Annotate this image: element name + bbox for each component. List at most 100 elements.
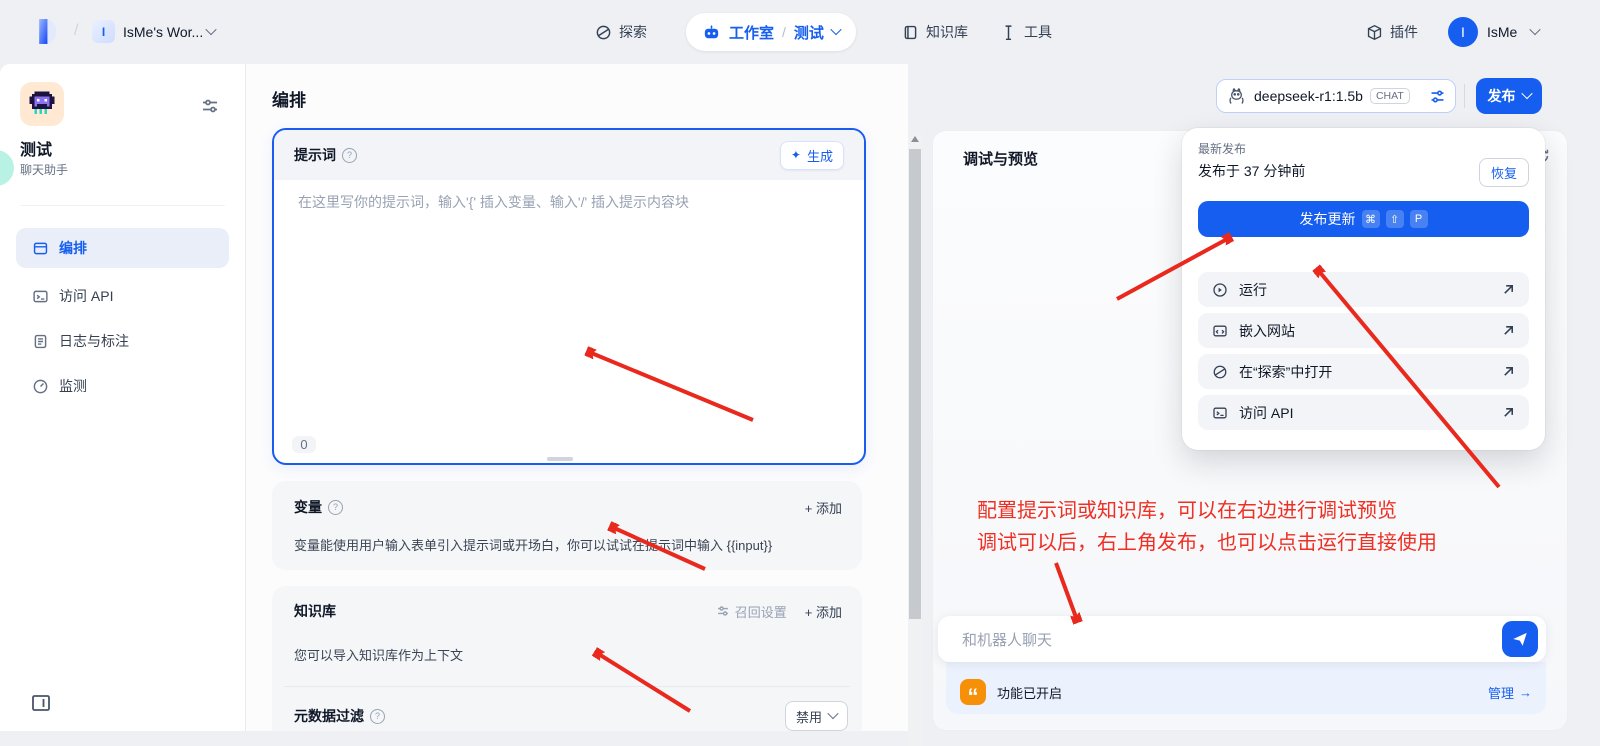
nav-app-name[interactable]: 测试 — [794, 22, 824, 43]
sidebar-item-label: 日志与标注 — [59, 333, 129, 349]
recall-settings-button[interactable]: 召回设置 — [716, 602, 787, 621]
prompt-card: 提示词 ? ✦ 生成 0 — [272, 128, 866, 465]
sidebar-item-label: 访问 API — [59, 288, 114, 304]
scrollbar-thumb[interactable] — [909, 149, 921, 619]
nav-plugins-label: 插件 — [1390, 24, 1418, 40]
sidebar-item-label: 编排 — [59, 240, 87, 256]
nav-app-chevron-down-icon[interactable] — [830, 23, 842, 35]
collapse-sidebar-icon[interactable] — [31, 694, 51, 712]
model-name: deepseek-r1:1.5b — [1254, 88, 1363, 104]
help-icon[interactable]: ? — [328, 499, 343, 515]
external-link-icon — [1502, 365, 1515, 378]
model-config-sliders-icon[interactable] — [1429, 88, 1446, 105]
robot-icon — [702, 23, 721, 42]
menu-item-api[interactable]: 访问 API — [1198, 395, 1529, 430]
publish-update-label: 发布更新 — [1299, 211, 1356, 227]
workspace-avatar[interactable]: I — [92, 20, 115, 43]
app-icon[interactable] — [20, 82, 64, 126]
hammer-icon — [1000, 24, 1017, 41]
chat-input-box — [938, 616, 1546, 664]
workspace-name[interactable]: IsMe's Wor... — [123, 24, 203, 40]
compass-icon — [595, 24, 612, 41]
menu-item-open-in-explore[interactable]: 在“探索”中打开 — [1198, 354, 1529, 389]
book-icon — [902, 24, 919, 41]
nav-explore-label: 探索 — [619, 24, 647, 40]
nav-knowledge[interactable]: 知识库 — [902, 22, 968, 42]
manage-link[interactable]: 管理 → — [1488, 675, 1532, 702]
add-knowledge-button[interactable]: + 添加 — [805, 602, 842, 621]
send-button[interactable] — [1502, 621, 1538, 657]
features-label: 功能已开启 — [997, 685, 1063, 701]
user-avatar[interactable]: I — [1448, 17, 1478, 47]
nav-explore[interactable]: 探索 — [595, 22, 647, 42]
chat-input[interactable] — [960, 616, 1424, 664]
restore-button[interactable]: 恢复 — [1478, 158, 1529, 187]
user-name[interactable]: IsMe — [1487, 24, 1517, 40]
nav-studio-pill[interactable]: 工作室 / 测试 — [686, 13, 856, 51]
menu-item-label: 在“探索”中打开 — [1239, 363, 1333, 380]
menu-item-embed[interactable]: 嵌入网站 — [1198, 313, 1529, 348]
p-key-icon: P — [1409, 210, 1428, 228]
generate-button[interactable]: ✦ 生成 — [779, 140, 844, 170]
metadata-filter-select[interactable]: 禁用 — [784, 701, 848, 731]
help-icon[interactable]: ? — [370, 708, 385, 724]
model-type-badge: CHAT — [1369, 88, 1410, 104]
sidebar-divider — [20, 205, 225, 206]
user-chevron-down-icon[interactable] — [1529, 23, 1541, 36]
floating-dot-decoration — [0, 150, 14, 186]
prompt-input[interactable] — [296, 190, 840, 404]
nav-tools[interactable]: 工具 — [1000, 22, 1052, 42]
model-selector[interactable]: deepseek-r1:1.5b CHAT — [1216, 79, 1456, 113]
sidebar-item-label: 监测 — [59, 378, 87, 394]
generate-label: 生成 — [806, 148, 833, 164]
document-icon — [32, 333, 49, 350]
chevron-down-icon — [827, 707, 839, 719]
sidebar-item-orchestrate[interactable]: 编排 — [16, 228, 229, 268]
nav-knowledge-label: 知识库 — [926, 24, 968, 40]
app-window: / I IsMe's Wor... 探索 工作室 / 测试 知识库 工具 插件 … — [0, 0, 1600, 746]
manage-label: 管理 — [1487, 685, 1514, 701]
scroll-up-arrow-icon[interactable] — [911, 136, 919, 142]
shift-key-icon: ⇧ — [1385, 210, 1404, 228]
nav-studio-label: 工作室 — [729, 24, 775, 42]
orchestrate-panel: 编排 提示词 ? ✦ 生成 0 变量 ? — [246, 64, 908, 731]
topbar: / I IsMe's Wor... 探索 工作室 / 测试 知识库 工具 插件 … — [0, 0, 1600, 64]
nav-plugins[interactable]: 插件 — [1366, 22, 1418, 42]
cmd-key-icon: ⌘ — [1361, 210, 1380, 228]
sparkle-icon: ✦ — [790, 148, 801, 162]
nav-tools-label: 工具 — [1024, 24, 1052, 40]
send-icon — [1511, 630, 1529, 648]
add-variable-button[interactable]: + 添加 — [805, 498, 842, 517]
menu-item-run[interactable]: 运行 — [1198, 272, 1529, 307]
help-icon[interactable]: ? — [342, 147, 357, 163]
sidebar-item-monitor[interactable]: 监测 — [16, 366, 229, 406]
dify-logo-icon[interactable] — [36, 18, 61, 45]
workspace-chevron-down-icon[interactable] — [205, 23, 217, 36]
prompt-title: 提示词 — [294, 147, 336, 163]
arrow-right-icon: → — [1519, 684, 1532, 700]
published-time: 发布于 37 分钟前 — [1198, 163, 1306, 179]
app-subtitle: 聊天助手 — [20, 163, 69, 177]
features-bar: “ 功能已开启 管理 → — [946, 662, 1546, 714]
menu-item-label: 嵌入网站 — [1239, 322, 1295, 339]
menu-item-label: 运行 — [1239, 281, 1267, 298]
metadata-filter-value: 禁用 — [795, 709, 822, 725]
sidebar-item-logs[interactable]: 日志与标注 — [16, 321, 229, 361]
publish-update-button[interactable]: 发布更新 ⌘ ⇧ P — [1198, 201, 1529, 237]
variables-card: 变量 ? + 添加 变量能使用用户输入表单引入提示词或开场白，你可以试试在提示词… — [272, 481, 862, 570]
resize-handle[interactable] — [547, 457, 573, 461]
gauge-icon — [32, 378, 49, 395]
quote-icon: “ — [960, 679, 986, 705]
compass-icon — [1212, 364, 1228, 380]
char-count: 0 — [292, 436, 316, 453]
page-title: 编排 — [272, 91, 306, 110]
knowledge-title: 知识库 — [294, 603, 336, 619]
vertical-scrollbar[interactable] — [908, 130, 922, 746]
toolbar-divider — [1464, 84, 1465, 108]
sidebar-item-api[interactable]: 访问 API — [16, 276, 229, 316]
app-settings-sliders-icon[interactable] — [200, 96, 220, 116]
knowledge-hint: 您可以导入知识库作为上下文 — [294, 648, 464, 663]
publish-button[interactable]: 发布 — [1476, 78, 1542, 114]
external-link-icon — [1502, 283, 1515, 296]
menu-item-label: 访问 API — [1239, 404, 1294, 421]
